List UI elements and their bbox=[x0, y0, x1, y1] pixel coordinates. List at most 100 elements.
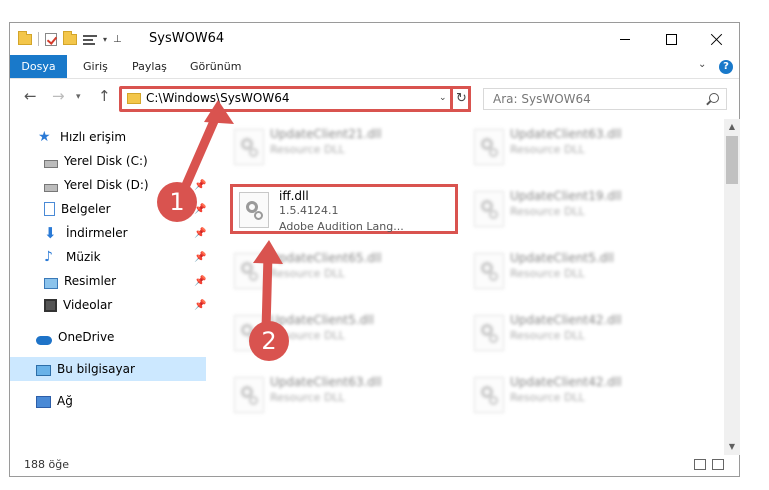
sidebar-item-label: Videolar bbox=[63, 298, 113, 312]
dll-file-icon bbox=[474, 129, 504, 165]
documents-icon bbox=[44, 202, 55, 216]
maximize-button[interactable] bbox=[648, 23, 694, 55]
quick-access-toolbar: ▾ ⊥ bbox=[18, 30, 122, 46]
file-name: iff.dll bbox=[279, 189, 309, 203]
maximize-icon bbox=[665, 33, 677, 45]
search-input[interactable]: Ara: SysWOW64 bbox=[493, 92, 591, 106]
dll-file-icon bbox=[234, 253, 264, 289]
file-description: Resource DLL bbox=[510, 205, 585, 218]
up-arrow-icon[interactable]: ↑ bbox=[98, 87, 111, 105]
file-description: Resource DLL bbox=[270, 391, 345, 404]
close-button[interactable] bbox=[694, 23, 740, 55]
scroll-down-icon[interactable]: ▼ bbox=[724, 439, 740, 455]
sidebar-item-music[interactable]: ♪ Müzik 📌 bbox=[10, 245, 206, 269]
minimize-icon bbox=[620, 38, 630, 40]
sidebar-item-label: Ağ bbox=[57, 394, 73, 408]
details-view-icon[interactable] bbox=[694, 459, 706, 470]
navigation-bar: ← → ▾ ↑ C:\Windows\SysWOW64 ⌄ ↻ Ara: Sys… bbox=[10, 79, 739, 119]
navigation-pane: ★ Hızlı erişim Yerel Disk (C:) Yerel Dis… bbox=[10, 123, 206, 453]
pin-icon: 📌 bbox=[194, 227, 207, 239]
back-arrow-icon[interactable]: ← bbox=[24, 87, 37, 105]
sidebar-item-label: Yerel Disk (D:) bbox=[64, 178, 149, 192]
file-description: Resource DLL bbox=[510, 267, 585, 280]
file-description: Resource DLL bbox=[270, 143, 345, 156]
title-bar: ▾ ⊥ SysWOW64 bbox=[10, 23, 739, 55]
file-tile[interactable]: UpdateClient5.dll Resource DLL bbox=[462, 245, 690, 295]
videos-icon bbox=[44, 298, 57, 312]
file-name: UpdateClient5.dll bbox=[270, 313, 374, 327]
search-box[interactable]: Ara: SysWOW64 bbox=[483, 88, 727, 110]
sidebar-item-onedrive[interactable]: OneDrive bbox=[10, 325, 206, 349]
new-folder-icon[interactable] bbox=[63, 30, 77, 45]
file-tile[interactable]: UpdateClient63.dll Resource DLL bbox=[222, 369, 450, 419]
file-version: 1.5.4124.1 bbox=[279, 204, 339, 217]
file-tile-iff-dll[interactable]: iff.dll 1.5.4124.1 Adobe Audition Lang..… bbox=[230, 184, 458, 234]
sidebar-item-quick-access[interactable]: ★ Hızlı erişim bbox=[10, 125, 206, 149]
toolbar-pin-icon[interactable]: ⊥ bbox=[113, 34, 122, 45]
computer-icon bbox=[36, 364, 51, 376]
expand-ribbon-icon[interactable]: ⌄ bbox=[698, 59, 706, 70]
window-title: SysWOW64 bbox=[149, 31, 225, 46]
sidebar-item-label: Belgeler bbox=[61, 202, 111, 216]
file-name: UpdateClient63.dll bbox=[510, 127, 622, 141]
file-description: Resource DLL bbox=[510, 391, 585, 404]
search-icon bbox=[709, 93, 719, 103]
sidebar-item-this-pc[interactable]: Bu bilgisayar bbox=[10, 357, 206, 381]
file-tile[interactable]: UpdateClient63.dll Resource DLL bbox=[462, 121, 690, 171]
explorer-window: ▾ ⊥ SysWOW64 Dosya Giriş Paylaş Görünüm … bbox=[9, 22, 740, 477]
sidebar-item-label: Resimler bbox=[64, 274, 117, 288]
star-icon: ★ bbox=[38, 129, 51, 145]
properties-check-icon[interactable] bbox=[45, 32, 57, 46]
refresh-button[interactable]: ↻ bbox=[450, 86, 471, 112]
file-tile[interactable]: UpdateClient19.dll Resource DLL bbox=[462, 183, 690, 233]
toolbar-divider bbox=[38, 32, 39, 46]
customize-toolbar-icon[interactable] bbox=[83, 33, 97, 46]
sidebar-item-videos[interactable]: Videolar 📌 bbox=[10, 293, 206, 317]
music-icon: ♪ bbox=[44, 249, 53, 265]
address-path[interactable]: C:\Windows\SysWOW64 bbox=[146, 91, 290, 105]
sidebar-item-local-disk-c[interactable]: Yerel Disk (C:) bbox=[10, 149, 206, 173]
file-tile[interactable]: UpdateClient65.dll Resource DLL bbox=[222, 245, 450, 295]
pin-icon: 📌 bbox=[194, 299, 207, 311]
scrollbar-thumb[interactable] bbox=[726, 136, 738, 184]
cloud-icon bbox=[36, 335, 52, 345]
scroll-up-icon[interactable]: ▲ bbox=[724, 119, 740, 135]
dll-file-icon bbox=[474, 315, 504, 351]
pin-icon: 📌 bbox=[194, 251, 207, 263]
step-badge-2: 2 bbox=[249, 321, 289, 361]
folder-icon bbox=[127, 93, 141, 104]
sidebar-item-network[interactable]: Ağ bbox=[10, 389, 206, 413]
dll-file-icon bbox=[234, 129, 264, 165]
dll-file-icon bbox=[234, 377, 264, 413]
recent-locations-icon[interactable]: ▾ bbox=[76, 92, 81, 102]
tab-share[interactable]: Paylaş bbox=[132, 55, 167, 78]
close-icon bbox=[711, 33, 723, 45]
file-description: Adobe Audition Lang... bbox=[279, 220, 404, 233]
sidebar-item-label: Hızlı erişim bbox=[60, 130, 127, 144]
chevron-down-icon[interactable]: ▾ bbox=[103, 35, 107, 44]
file-tile[interactable]: UpdateClient42.dll Resource DLL bbox=[462, 307, 690, 357]
tiles-view-icon[interactable] bbox=[712, 459, 724, 470]
vertical-scrollbar[interactable]: ▲ ▼ bbox=[724, 119, 740, 455]
sidebar-item-label: Müzik bbox=[66, 250, 101, 264]
sidebar-item-label: Yerel Disk (C:) bbox=[64, 154, 148, 168]
tab-file[interactable]: Dosya bbox=[10, 55, 67, 78]
file-name: UpdateClient63.dll bbox=[270, 375, 382, 389]
tab-home[interactable]: Giriş bbox=[83, 55, 108, 78]
item-count: 188 öğe bbox=[24, 458, 69, 471]
sidebar-item-pictures[interactable]: Resimler 📌 bbox=[10, 269, 206, 293]
ribbon: Dosya Giriş Paylaş Görünüm ⌄ ? bbox=[10, 55, 739, 79]
address-bar[interactable]: C:\Windows\SysWOW64 ⌄ bbox=[119, 86, 471, 112]
help-icon[interactable]: ? bbox=[719, 60, 733, 74]
forward-arrow-icon[interactable]: → bbox=[52, 87, 65, 105]
dll-file-icon bbox=[474, 253, 504, 289]
chevron-down-icon[interactable]: ⌄ bbox=[439, 93, 447, 103]
file-name: UpdateClient21.dll bbox=[270, 127, 382, 141]
file-name: UpdateClient5.dll bbox=[510, 251, 614, 265]
tab-view[interactable]: Görünüm bbox=[190, 55, 241, 78]
minimize-button[interactable] bbox=[602, 23, 648, 55]
file-tile[interactable]: UpdateClient21.dll Resource DLL bbox=[222, 121, 450, 171]
file-list: UpdateClient21.dll Resource DLL iff.dll … bbox=[222, 119, 724, 455]
file-tile[interactable]: UpdateClient42.dll Resource DLL bbox=[462, 369, 690, 419]
sidebar-item-downloads[interactable]: ⬇ İndirmeler 📌 bbox=[10, 221, 206, 245]
